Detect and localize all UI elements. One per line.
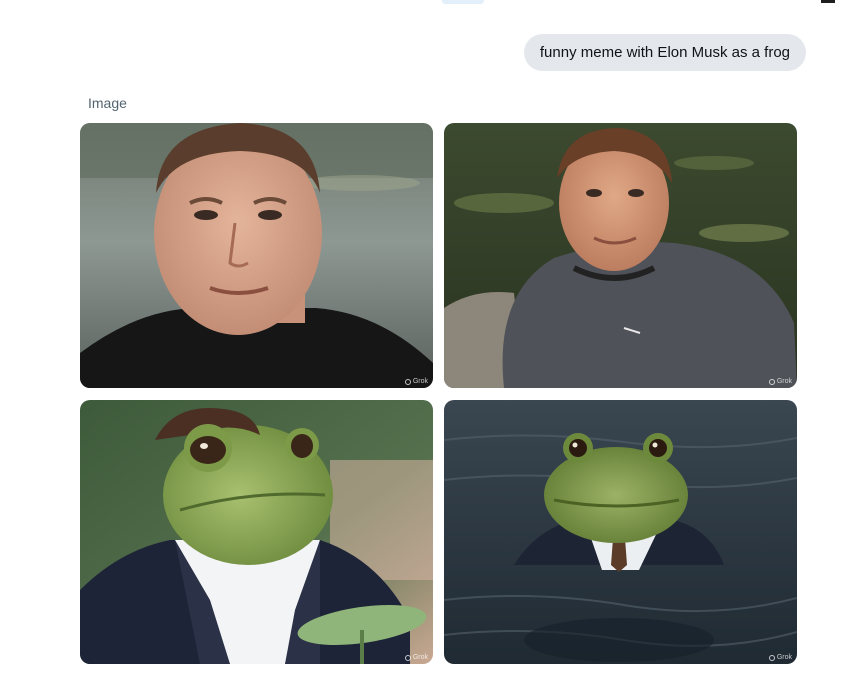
image-3-graphic	[80, 400, 433, 664]
generated-image-4[interactable]: Grok	[444, 400, 797, 664]
grok-logo-icon	[768, 654, 775, 661]
menu-icon[interactable]	[821, 0, 835, 3]
image-1-graphic	[80, 123, 433, 388]
user-message-text: funny meme with Elon Musk as a frog	[539, 44, 790, 61]
generated-image-3[interactable]: Grok	[80, 400, 433, 664]
image-4-watermark: Grok	[768, 654, 792, 661]
image-2-watermark: Grok	[768, 378, 792, 385]
image-4-graphic	[444, 400, 797, 664]
grok-logo-icon	[404, 378, 411, 385]
user-message-bubble: funny meme with Elon Musk as a frog	[523, 34, 806, 71]
top-tab-indicator[interactable]	[442, 0, 484, 4]
image-2-graphic	[444, 123, 797, 388]
grok-logo-icon	[404, 654, 411, 661]
generated-image-2[interactable]: Grok	[444, 123, 797, 388]
grok-logo-icon	[768, 378, 775, 385]
result-type-label: Image	[88, 95, 127, 111]
chat-page: funny meme with Elon Musk as a frog Imag…	[0, 0, 843, 679]
image-1-watermark: Grok	[404, 378, 428, 385]
image-3-watermark: Grok	[404, 654, 428, 661]
generated-image-1[interactable]: Grok	[80, 123, 433, 388]
